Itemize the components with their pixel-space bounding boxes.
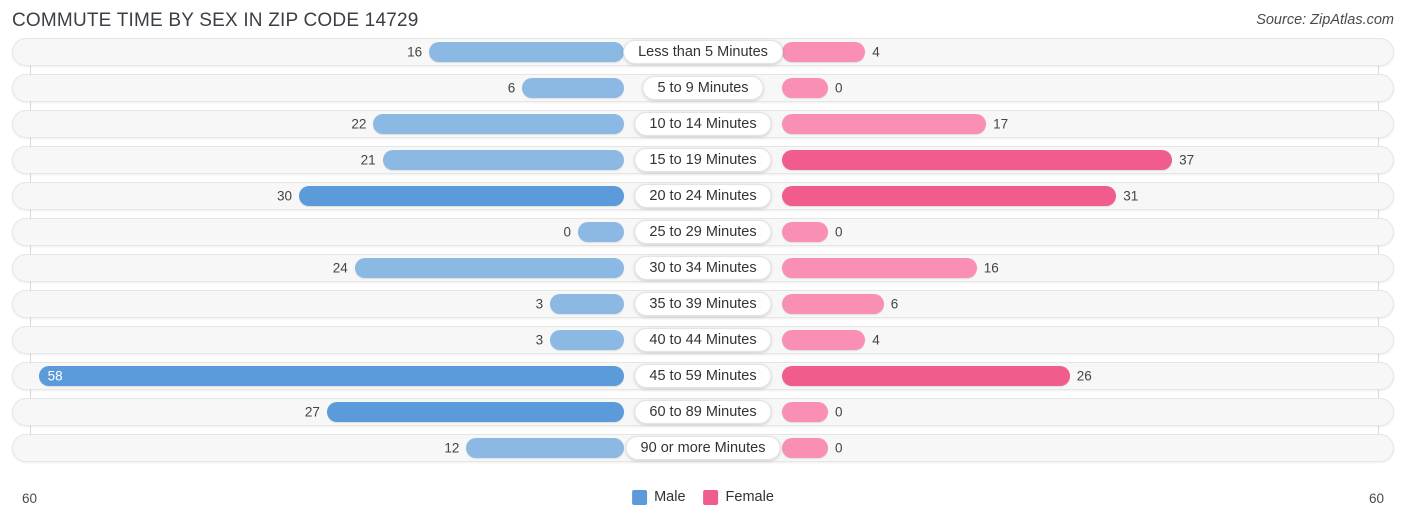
category-label-pill: Less than 5 Minutes [623,40,783,64]
male-bar: 21 [361,150,624,170]
female-bar: 37 [782,150,1194,170]
chart-row: 0 0 25 to 29 Minutes [12,218,1394,246]
female-value-label: 37 [1179,152,1195,168]
female-bar: 4 [782,42,880,62]
female-bar: 16 [782,258,999,278]
female-value-label: 6 [890,296,899,312]
legend-swatch-icon [632,489,648,505]
female-value-label: 4 [872,332,880,348]
male-bar: 30 [277,186,624,206]
male-bar: 3 [536,330,624,350]
female-bar: 0 [782,402,843,422]
legend-item-male[interactable]: Male [632,489,686,505]
chart-row: 6 0 5 to 9 Minutes [12,74,1394,102]
female-bar: 26 [782,366,1092,386]
female-value-label: 0 [835,224,843,240]
category-label-pill: 20 to 24 Minutes [634,184,772,208]
category-label-pill: 40 to 44 Minutes [634,328,772,352]
male-value-label: 16 [407,44,423,60]
category-label-pill: 35 to 39 Minutes [634,292,772,316]
legend-label: Male [654,489,686,505]
male-value-label: 24 [332,260,348,276]
male-value-label: 6 [507,80,516,96]
female-value-label: 31 [1123,188,1139,204]
male-value-label: 30 [276,188,292,204]
chart-row: 3 4 40 to 44 Minutes [12,326,1394,354]
female-value-label: 26 [1076,368,1092,384]
chart-footer: 60 60 Male Female [0,483,1406,523]
legend-item-female[interactable]: Female [703,489,774,505]
chart-row: 16 4 Less than 5 Minutes [12,38,1394,66]
chart-row: 3 6 35 to 39 Minutes [12,290,1394,318]
female-value-label: 0 [835,404,843,420]
category-label-pill: 5 to 9 Minutes [642,76,764,100]
chart-legend: Male Female [632,489,774,505]
male-value-label: 3 [535,296,544,312]
female-value-label: 16 [983,260,999,276]
chart-row: 58 26 45 to 59 Minutes [12,362,1394,390]
male-value-label: 22 [351,116,367,132]
chart-row: 27 0 60 to 89 Minutes [12,398,1394,426]
chart-rows: 16 4 Less than 5 Minutes 6 0 5 to 9 Minutes 22… [12,38,1394,470]
male-value-label: 12 [444,440,460,456]
category-label-pill: 45 to 59 Minutes [634,364,772,388]
female-bar: 6 [782,294,898,314]
female-value-label: 17 [993,116,1009,132]
male-value-label: 0 [563,224,571,240]
male-bar: 22 [351,114,624,134]
female-value-label: 0 [835,440,843,456]
male-bar: 16 [407,42,624,62]
chart-row: 30 31 20 to 24 Minutes [12,182,1394,210]
category-label-pill: 30 to 34 Minutes [634,256,772,280]
chart-plot-area: 16 4 Less than 5 Minutes 6 0 5 to 9 Minutes 22… [12,38,1394,477]
category-label-pill: 15 to 19 Minutes [634,148,772,172]
male-bar: 6 [508,78,624,98]
male-bar: 12 [444,438,624,458]
chart-row: 22 17 10 to 14 Minutes [12,110,1394,138]
male-value-label: 27 [304,404,320,420]
category-label-pill: 60 to 89 Minutes [634,400,772,424]
chart-row: 21 37 15 to 19 Minutes [12,146,1394,174]
female-value-label: 4 [872,44,880,60]
female-bar: 31 [782,186,1138,206]
chart-header: COMMUTE TIME BY SEX IN ZIP CODE 14729 So… [0,0,1406,38]
page-title: COMMUTE TIME BY SEX IN ZIP CODE 14729 [12,10,419,31]
axis-tick-left: 60 [22,491,38,506]
legend-swatch-icon [703,489,719,505]
legend-label: Female [725,489,774,505]
chart-row: 24 16 30 to 34 Minutes [12,254,1394,282]
female-value-label: 0 [835,80,843,96]
male-value-label: 21 [360,152,376,168]
category-label-pill: 10 to 14 Minutes [634,112,772,136]
male-bar: 0 [563,222,624,242]
category-label-pill: 90 or more Minutes [625,436,781,460]
male-bar: 27 [305,402,624,422]
male-value-label: 58 [47,368,63,384]
female-bar: 4 [782,330,880,350]
male-bar: 3 [536,294,624,314]
female-bar: 0 [782,222,843,242]
source-attribution: Source: ZipAtlas.com [1256,12,1394,28]
male-bar: 58 [38,366,624,386]
male-bar: 24 [333,258,624,278]
female-bar: 0 [782,438,843,458]
chart-row: 12 0 90 or more Minutes [12,434,1394,462]
category-label-pill: 25 to 29 Minutes [634,220,772,244]
female-bar: 0 [782,78,843,98]
male-value-label: 3 [535,332,544,348]
axis-tick-right: 60 [1368,491,1384,506]
female-bar: 17 [782,114,1008,134]
